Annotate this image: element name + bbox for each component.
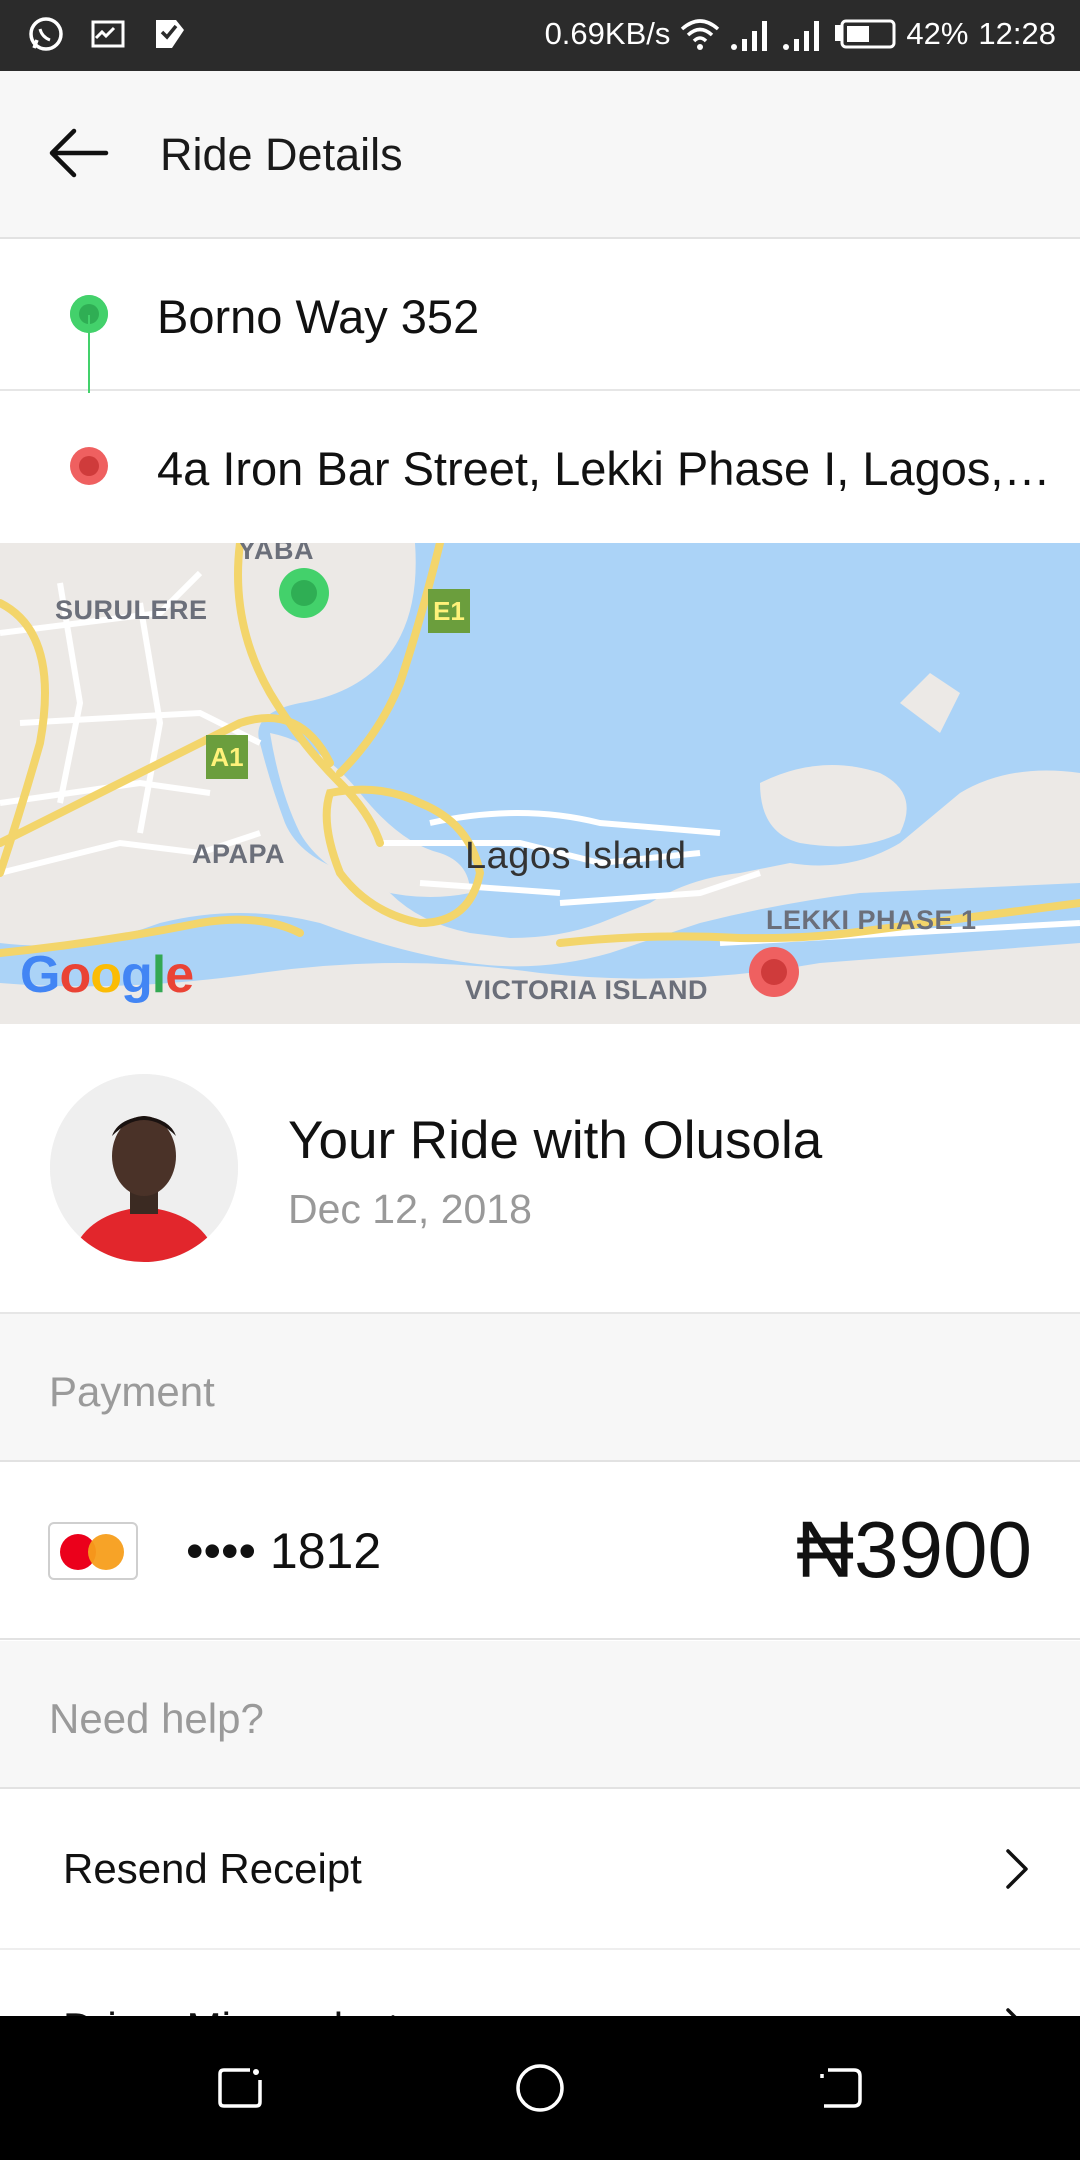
- map-label-yaba: YABA: [238, 543, 315, 565]
- help-section-title: Need help?: [49, 1695, 264, 1742]
- checklist-icon: [156, 20, 184, 48]
- route-map[interactable]: YABA SURULERE APAPA Lagos Island LEKKI P…: [0, 543, 1080, 1024]
- avatar: [50, 1074, 238, 1262]
- dropoff-address: 4a Iron Bar Street, Lekki Phase I, Lagos…: [157, 442, 1057, 495]
- status-right: 0.69KB/s 42% 12:28: [545, 16, 1056, 52]
- dropoff-dot-icon: [70, 447, 108, 485]
- clock: 12:28: [978, 16, 1056, 51]
- driver-photo: [50, 1074, 238, 1262]
- map-label-apapa: APAPA: [192, 839, 286, 869]
- ride-title: Your Ride with Olusola: [288, 1111, 823, 1170]
- app-bar: Ride Details: [0, 71, 1080, 239]
- cast-icon: [91, 20, 125, 48]
- battery-percent: 42%: [906, 16, 969, 51]
- status-bar: 0.69KB/s 42% 12:28: [0, 0, 1080, 71]
- map-label-lagos-island: Lagos Island: [465, 835, 687, 877]
- home-icon[interactable]: [510, 2058, 570, 2118]
- wifi-icon: [681, 19, 720, 50]
- pickup-pin-icon: [279, 568, 329, 618]
- resend-receipt-label: Resend Receipt: [63, 1845, 362, 1892]
- map-label-lekki-phase-1: LEKKI PHASE 1: [766, 905, 977, 935]
- map-label-surulere: SURULERE: [55, 595, 208, 625]
- mastercard-icon: [48, 1522, 138, 1580]
- pickup-address: Borno Way 352: [157, 290, 480, 343]
- pickup-row: Borno Way 352: [0, 241, 1080, 391]
- driver-card: Your Ride with Olusola Dec 12, 2018: [0, 1024, 1080, 1314]
- map-label-victoria-island: VICTORIA ISLAND: [465, 975, 709, 1005]
- dropoff-pin-icon: [749, 947, 799, 997]
- road-shield-e1: E1: [428, 589, 470, 633]
- help-section-header: Need help?: [0, 1641, 1080, 1789]
- signal-icon: [731, 21, 768, 51]
- google-logo: Google: [20, 946, 194, 1004]
- route-line: [88, 315, 90, 393]
- page-title: Ride Details: [160, 129, 403, 180]
- fare-amount: ₦3900: [796, 1505, 1032, 1594]
- recent-apps-icon[interactable]: [210, 2058, 270, 2118]
- arrow-left-icon[interactable]: [44, 123, 114, 183]
- whatsapp-icon: [29, 17, 63, 51]
- card-number: •••• 1812: [186, 1523, 382, 1579]
- notification-icons: [26, 14, 190, 54]
- resend-receipt-row[interactable]: Resend Receipt: [0, 1791, 1080, 1950]
- payment-row: •••• 1812 ₦3900: [0, 1464, 1080, 1640]
- road-shield-a1: A1: [206, 735, 248, 779]
- back-icon[interactable]: [810, 2058, 870, 2118]
- payment-section-header: Payment: [0, 1314, 1080, 1462]
- ride-date: Dec 12, 2018: [288, 1186, 532, 1232]
- chevron-right-icon: [1006, 1849, 1028, 1889]
- system-nav-bar: [0, 2016, 1080, 2160]
- network-speed: 0.69KB/s: [544, 16, 671, 51]
- dropoff-row: 4a Iron Bar Street, Lekki Phase I, Lagos…: [0, 393, 1080, 543]
- signal-icon: [783, 21, 820, 51]
- battery-icon: [835, 19, 896, 49]
- payment-section-title: Payment: [49, 1368, 215, 1415]
